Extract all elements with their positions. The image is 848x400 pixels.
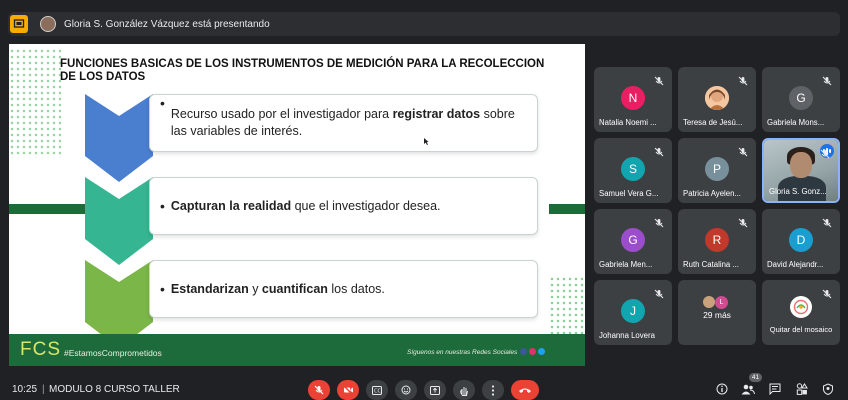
social-icons — [520, 348, 545, 355]
footer-social-text: Síguenos en nuestras Redes Sociales — [407, 349, 518, 356]
participant-avatar: G — [621, 228, 645, 252]
activities-icon[interactable] — [795, 382, 809, 396]
participant-name: Natalia Noemi ... — [599, 118, 657, 127]
participant-tile[interactable]: S Samuel Vera G... — [594, 138, 672, 203]
clock: 10:25 — [12, 384, 38, 395]
green-band — [9, 204, 87, 214]
item-text: Estandarizan y cuantifican los datos. — [170, 281, 385, 296]
more-options-icon[interactable] — [482, 380, 504, 400]
emoji-icon[interactable] — [395, 380, 417, 400]
captions-icon[interactable]: CC — [366, 380, 388, 400]
participant-name: Patricia Ayelen... — [683, 189, 741, 198]
shared-slide: FUNCIONES BASICAS DE LOS INSTRUMENTOS DE… — [9, 44, 585, 366]
participant-tile[interactable]: Gloria S. Gonz... — [762, 138, 840, 203]
footer-hashtag: #EstamosComprometidos — [64, 347, 162, 358]
participant-name: 29 más — [703, 310, 731, 320]
slide-item-1: • Recurso usado por el investigador para… — [149, 94, 538, 152]
participant-tile[interactable]: G Gabriela Men... — [594, 209, 672, 274]
presenter-avatar — [40, 16, 56, 32]
participant-tile[interactable]: Quitar del mosaico — [762, 280, 840, 345]
hang-up-icon[interactable] — [511, 380, 539, 400]
chat-icon[interactable] — [768, 382, 782, 396]
pointer-cursor-icon — [424, 138, 429, 145]
participant-name: Gloria S. Gonz... — [769, 187, 827, 196]
participant-avatar: J — [621, 299, 645, 323]
raise-hand-icon[interactable] — [453, 380, 475, 400]
participant-avatar: P — [705, 157, 729, 181]
present-icon[interactable] — [10, 15, 28, 33]
participant-tile[interactable]: N Natalia Noemi ... — [594, 67, 672, 132]
muted-icon — [820, 146, 830, 159]
info-icon[interactable] — [715, 382, 729, 396]
participant-name: Teresa de Jesú... — [683, 118, 743, 127]
bullet: • — [160, 95, 165, 111]
muted-icon — [738, 215, 748, 228]
muted-icon — [822, 73, 832, 86]
item-text: Capturan la realidad que el investigador… — [170, 198, 441, 213]
teal-chevron — [85, 177, 153, 265]
participant-avatar: G — [789, 86, 813, 110]
participant-avatar: N — [621, 86, 645, 110]
participant-name: David Alejandr... — [767, 260, 824, 269]
fcs-logo: FCS — [20, 339, 61, 360]
muted-icon — [738, 144, 748, 157]
decorative-dots — [9, 48, 61, 158]
participant-avatar — [705, 86, 729, 110]
participant-name: Ruth Catalina ... — [683, 260, 739, 269]
meeting-name: MODULO 8 CURSO TALLER — [49, 384, 180, 395]
unpin-icon[interactable] — [790, 296, 812, 318]
muted-icon — [654, 144, 664, 157]
muted-icon — [738, 73, 748, 86]
presenter-text: Gloria S. González Vázquez está presenta… — [64, 18, 270, 30]
present-screen-icon[interactable] — [424, 380, 446, 400]
slide-item-2: • Capturan la realidad que el investigad… — [149, 177, 538, 235]
participant-tile[interactable]: L 29 más — [678, 280, 756, 345]
svg-text:CC: CC — [374, 388, 381, 394]
bullet: • — [160, 197, 165, 214]
camera-off-icon[interactable] — [337, 380, 359, 400]
participant-tile[interactable]: G Gabriela Mons... — [762, 67, 840, 132]
blue-chevron — [85, 94, 153, 182]
participant-name: Gabriela Mons... — [767, 118, 825, 127]
muted-icon — [654, 73, 664, 86]
slide-title: FUNCIONES BASICAS DE LOS INSTRUMENTOS DE… — [60, 58, 545, 83]
participant-avatar: S — [621, 157, 645, 181]
participant-avatar — [703, 296, 715, 308]
participant-name: Gabriela Men... — [599, 260, 653, 269]
meet-window: Gloria S. González Vázquez está presenta… — [0, 0, 848, 400]
facebook-icon — [520, 348, 527, 355]
green-band — [549, 204, 585, 214]
participant-avatar: L — [715, 296, 728, 309]
participant-avatar: D — [789, 228, 813, 252]
participant-tile[interactable]: J Johanna Lovera — [594, 280, 672, 345]
bottom-bar: 10:25 | MODULO 8 CURSO TALLER CC — [0, 372, 848, 400]
participant-tile[interactable]: R Ruth Catalina ... — [678, 209, 756, 274]
participant-name: Johanna Lovera — [599, 331, 655, 340]
muted-icon — [822, 215, 832, 228]
separator: | — [42, 384, 45, 395]
participants-count-badge: 41 — [749, 373, 762, 382]
host-controls-icon[interactable] — [821, 382, 835, 396]
slide-footer: FCS #EstamosComprometidos Síguenos en nu… — [9, 334, 585, 366]
participant-avatar: R — [705, 228, 729, 252]
muted-icon — [822, 286, 832, 299]
participant-tile[interactable]: D David Alejandr... — [762, 209, 840, 274]
muted-icon — [654, 286, 664, 299]
item-text: Recurso usado por el investigador para r… — [170, 107, 515, 138]
presenter-banner: Gloria S. González Vázquez está presenta… — [8, 12, 840, 36]
slide-item-3: • Estandarizan y cuantifican los datos. — [149, 260, 538, 318]
participant-tile[interactable]: P Patricia Ayelen... — [678, 138, 756, 203]
instagram-icon — [529, 348, 536, 355]
muted-icon — [654, 215, 664, 228]
people-icon[interactable] — [741, 382, 755, 396]
mic-off-icon[interactable] — [308, 380, 330, 400]
twitter-icon — [538, 348, 545, 355]
participant-name: Samuel Vera G... — [599, 189, 659, 198]
bullet: • — [160, 280, 165, 297]
participant-name: Quitar del mosaico — [769, 325, 833, 334]
participant-tile[interactable]: Teresa de Jesú... — [678, 67, 756, 132]
